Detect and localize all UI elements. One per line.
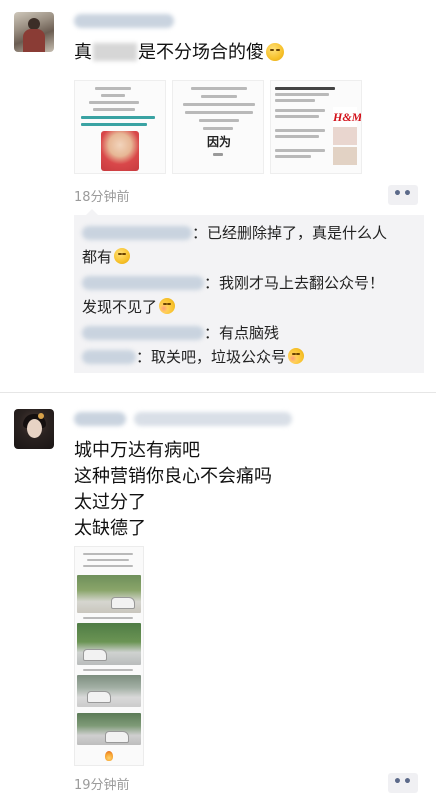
comment-3-text: ：有点脑残 [204,324,280,342]
comment-1-text-line2: 都有 [82,248,113,266]
comment-1-line2: 都有 [82,245,131,269]
post2-line-4: 太缺德了 [74,518,146,539]
fire-icon [105,751,113,761]
ad-thumb [333,127,357,145]
image-text-line [183,103,255,106]
smirk-emoji-icon [266,43,284,61]
image-text-line [201,95,237,98]
post1-username-blurred[interactable] [74,14,174,28]
post1-timestamp: 18分钟前 [74,190,130,205]
image-text-line [93,108,135,111]
post1-image-1[interactable] [74,80,166,174]
avatar-ornament [38,413,44,419]
commenter-name-blurred[interactable] [82,276,204,290]
flushed-emoji-icon [159,298,176,314]
image-text-line [83,565,133,567]
street-photo-2 [77,623,141,665]
ad-thumb [333,147,357,165]
comment-1-text: ：已经删除掉了，真是什么人 [192,224,388,242]
post1-comment-box: ：已经删除掉了，真是什么人 都有 ：我刚才马上去翻公众号！ 发现不见了 ：有点脑… [74,209,424,373]
avatar-face [27,419,42,438]
image-text-line [275,93,329,96]
post2-line-2: 这种营销你良心不会痛吗 [74,466,272,487]
child-photo [101,131,139,171]
image-text-line [275,155,311,158]
post2-line-1: 城中万达有病吧 [74,440,200,461]
image-text-line [95,87,131,90]
image-text-line [83,617,133,619]
image-highlight-line [81,123,147,126]
post2-line-3: 太过分了 [74,492,146,513]
commenter-name-blurred[interactable] [82,350,136,364]
car-shape [105,731,129,743]
post1-avatar[interactable] [14,12,54,52]
hm-logo-icon: H&M [333,107,361,127]
image-text-line [87,559,129,561]
post-divider [0,392,436,393]
image-text-line [83,553,133,555]
comment-3[interactable]: ：有点脑残 [82,321,279,345]
image-text-line [275,87,335,90]
post1-image-3[interactable]: H&M [270,80,362,174]
street-photo-4 [77,713,141,745]
image-text-line [89,101,139,104]
image-text-line [185,111,253,114]
car-shape [83,649,107,661]
street-photo-1 [77,575,141,613]
image-text-line [275,129,325,132]
car-shape [111,597,135,609]
post2-username-blurred[interactable] [74,412,126,426]
comment-2-text-line2: 发现不见了 [82,298,158,316]
post2-username-suffix-blurred [134,412,292,426]
image-text-line [101,94,125,97]
avatar-body [23,29,45,52]
image-text-line [83,669,133,671]
post2-avatar[interactable] [14,409,54,449]
comment-4-text: ：取关吧，垃圾公众号 [136,348,287,366]
comment-4[interactable]: ：取关吧，垃圾公众号 [82,345,305,369]
comment-1[interactable]: ：已经删除掉了，真是什么人 [82,221,387,245]
blushing-emoji-icon [288,348,305,364]
post1-text: 真 是不分场合的傻 [74,40,284,66]
image-highlight-line [81,116,155,119]
image-text-line [191,87,247,90]
image-caption: 因为 [207,135,232,149]
comment-2-text: ：我刚才马上去翻公众号！ [204,274,385,292]
image-text-line [275,115,319,118]
post2-more-button[interactable]: •• [388,773,418,793]
commenter-name-blurred[interactable] [82,226,192,240]
car-shape [87,691,111,703]
street-photo-3 [77,675,141,707]
post1-text-prefix: 真 [74,42,92,63]
image-text-line [275,109,325,112]
post1-more-button[interactable]: •• [388,185,418,205]
post2-timestamp: 19分钟前 [74,778,130,793]
image-text-line [275,99,315,102]
commenter-name-blurred[interactable] [82,326,204,340]
image-text-line [203,127,233,130]
image-text-line [199,119,239,122]
comment-2[interactable]: ：我刚才马上去翻公众号！ [82,271,384,295]
comment-2-line2: 发现不见了 [82,295,176,319]
image-text-line [213,153,223,156]
post1-image-2[interactable]: 因为 [172,80,264,174]
smirk-emoji-icon [114,248,131,264]
image-text-line [275,135,319,138]
image-text-line [275,149,325,152]
censored-name-mask [93,43,137,61]
post1-text-suffix: 是不分场合的傻 [138,42,264,63]
post2-long-image[interactable] [74,546,144,766]
